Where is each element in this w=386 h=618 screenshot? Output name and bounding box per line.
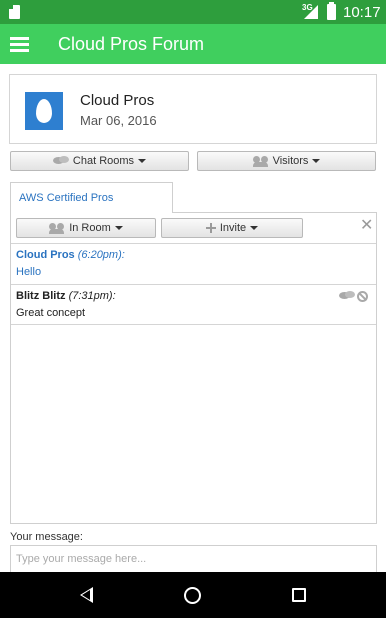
egg-avatar-icon bbox=[36, 99, 52, 123]
message-actions bbox=[339, 290, 368, 302]
forum-page: Cloud Pros Mar 06, 2016 Chat Rooms Visit… bbox=[0, 64, 386, 572]
message-time: (7:31pm) bbox=[68, 290, 113, 302]
navigation-bar bbox=[0, 572, 386, 618]
hamburger-menu-icon[interactable] bbox=[10, 37, 29, 52]
in-room-button[interactable]: In Room bbox=[16, 218, 156, 238]
plus-icon bbox=[205, 223, 216, 234]
clock: 10:17 bbox=[343, 4, 381, 21]
tab-aws-certified-pros[interactable]: AWS Certified Pros bbox=[10, 182, 173, 213]
message-text: Hello bbox=[16, 266, 42, 278]
app-bar: Cloud Pros Forum bbox=[0, 24, 386, 64]
app-title: Cloud Pros Forum bbox=[58, 34, 205, 54]
tab-label: AWS Certified Pros bbox=[19, 192, 114, 204]
message-header: Cloud Pros (6:20pm): bbox=[16, 249, 125, 261]
forum-logo bbox=[25, 92, 63, 130]
close-room-icon[interactable]: ✕ bbox=[360, 215, 373, 234]
status-bar: 3G 10:17 bbox=[0, 0, 386, 24]
battery-icon bbox=[327, 2, 336, 20]
recent-apps-icon[interactable] bbox=[292, 588, 306, 602]
message-input[interactable] bbox=[10, 545, 377, 572]
chat-message: Cloud Pros (6:20pm): Hello bbox=[11, 243, 376, 284]
forum-date: Mar 06, 2016 bbox=[80, 113, 157, 128]
message-time: (6:20pm) bbox=[77, 249, 122, 261]
message-author[interactable]: Cloud Pros bbox=[16, 249, 75, 261]
message-author[interactable]: Blitz Blitz bbox=[16, 290, 66, 302]
caret-down-icon bbox=[114, 226, 123, 231]
message-separator: : bbox=[112, 290, 116, 302]
forum-name: Cloud Pros bbox=[80, 92, 155, 109]
chat-message: Blitz Blitz (7:31pm): Great concept bbox=[11, 284, 376, 325]
visitors-button[interactable]: Visitors bbox=[197, 151, 376, 171]
caret-down-icon bbox=[138, 159, 147, 164]
message-separator: : bbox=[121, 249, 125, 261]
forum-profile-card: Cloud Pros Mar 06, 2016 bbox=[9, 74, 377, 144]
chat-bubbles-icon bbox=[52, 156, 69, 166]
chat-rooms-button[interactable]: Chat Rooms bbox=[10, 151, 189, 171]
message-header: Blitz Blitz (7:31pm): bbox=[16, 290, 116, 302]
invite-label: Invite bbox=[219, 222, 247, 234]
private-chat-icon[interactable] bbox=[339, 291, 355, 301]
message-text: Great concept bbox=[16, 307, 86, 319]
chat-rooms-label: Chat Rooms bbox=[72, 155, 135, 167]
message-label: Your message: bbox=[10, 531, 83, 543]
caret-down-icon bbox=[312, 159, 321, 164]
sd-card-icon bbox=[9, 5, 20, 19]
invite-button[interactable]: Invite bbox=[161, 218, 303, 238]
home-icon[interactable] bbox=[184, 587, 201, 604]
users-icon bbox=[49, 222, 65, 234]
back-icon[interactable] bbox=[80, 587, 93, 603]
chat-room-panel: In Room Invite ✕ Cloud Pros (6:20pm): He… bbox=[10, 212, 377, 524]
caret-down-icon bbox=[250, 226, 259, 231]
network-type: 3G bbox=[302, 3, 313, 12]
users-icon bbox=[252, 155, 269, 167]
in-room-label: In Room bbox=[69, 222, 111, 234]
block-user-icon[interactable] bbox=[357, 290, 368, 302]
visitors-label: Visitors bbox=[272, 155, 309, 167]
